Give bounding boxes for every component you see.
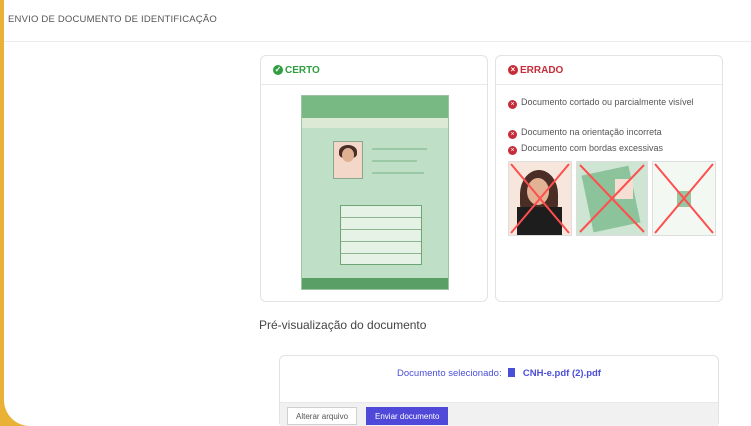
error-item-text: Documento cortado ou parcialmente visíve… [521, 97, 694, 107]
excessive-border-thumbnail [652, 161, 716, 236]
x-circle-icon: × [508, 130, 517, 139]
error-item: × Documento com bordas excessivas [508, 142, 663, 155]
page-title: ENVIO DE DOCUMENTO DE IDENTIFICAÇÃO [8, 14, 217, 25]
cropped-document-thumbnail [508, 161, 572, 236]
error-item-text: Documento com bordas excessivas [521, 143, 664, 153]
x-circle-icon: × [508, 100, 517, 109]
x-circle-icon: × [508, 65, 518, 75]
wrong-example-panel: × ERRADO × Documento cortado ou parcialme… [495, 55, 723, 302]
x-circle-icon: × [508, 146, 517, 155]
preview-actions: Alterar arquivo Enviar documento [280, 402, 718, 426]
invalid-mark-icon [579, 164, 645, 233]
error-item: × Documento cortado ou parcialmente visív… [508, 96, 713, 109]
wrong-panel-header: × ERRADO [496, 56, 722, 85]
file-icon [508, 368, 516, 377]
wrong-panel-title: ERRADO [520, 65, 564, 76]
correct-panel-title: CERTO [285, 65, 320, 76]
preview-section-title: Pré-visualização do documento [259, 318, 427, 332]
correct-example-panel: ✓ CERTO [260, 55, 488, 302]
invalid-mark-icon [510, 163, 570, 234]
document-upload-card: ENVIO DE DOCUMENTO DE IDENTIFICAÇÃO ✓ CE… [4, 0, 751, 426]
invalid-mark-icon [654, 163, 714, 234]
selected-document-prefix: Documento selecionado: [397, 368, 502, 379]
send-document-button[interactable]: Enviar documento [366, 407, 449, 425]
document-preview-box: Documento selecionado: CNH-e.pdf (2).pdf… [279, 355, 719, 426]
check-circle-icon: ✓ [273, 65, 283, 75]
page-header: ENVIO DE DOCUMENTO DE IDENTIFICAÇÃO [4, 0, 751, 42]
selected-file-name[interactable]: CNH-e.pdf (2).pdf [523, 368, 601, 379]
correct-document-preview [301, 95, 449, 290]
change-file-button[interactable]: Alterar arquivo [287, 407, 358, 425]
correct-panel-header: ✓ CERTO [261, 56, 487, 85]
rotated-document-thumbnail [576, 161, 648, 236]
error-item-text: Documento na orientação incorreta [521, 127, 662, 137]
error-item: × Documento na orientação incorreta [508, 126, 662, 139]
selected-document-label: Documento selecionado: CNH-e.pdf (2).pdf [280, 368, 718, 379]
